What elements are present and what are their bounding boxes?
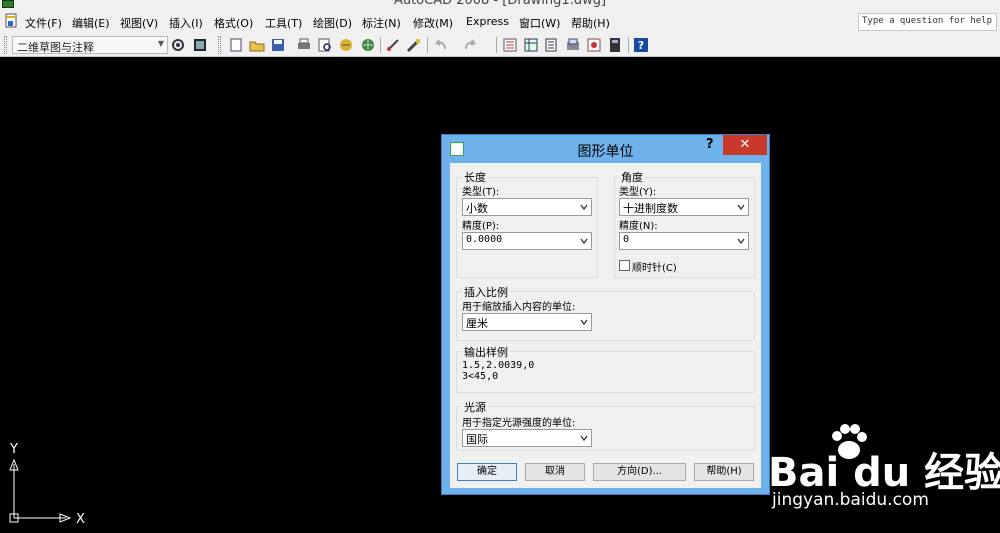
insertion-units-label: 用于缩放插入内容的单位:	[462, 302, 576, 313]
workspace-settings-icon[interactable]	[170, 37, 186, 53]
sheet-set-icon[interactable]	[565, 37, 581, 53]
etransmit-icon[interactable]	[360, 37, 376, 53]
ucs-x-label: X	[76, 512, 85, 527]
menu-window[interactable]: 窗口(W)	[519, 15, 560, 31]
drawing-units-dialog: 图形单位 ? ✕ 长度 类型(T): 小数 精度(P): 0.0000 角度 类…	[441, 134, 770, 495]
length-type-select[interactable]: 小数	[462, 198, 592, 216]
help-question-icon[interactable]: ?	[706, 137, 714, 152]
chevron-down-icon	[580, 238, 588, 245]
svg-text:?: ?	[638, 39, 644, 52]
length-precision-value: 0.0000	[466, 234, 503, 245]
dialog-body: 长度 类型(T): 小数 精度(P): 0.0000 角度 类型(Y): 十进制…	[450, 163, 761, 488]
plot-preview-icon[interactable]	[317, 37, 333, 53]
lighting-units-label: 用于指定光源强度的单位:	[462, 418, 576, 429]
direction-button[interactable]: 方向(D)...	[593, 463, 686, 481]
angle-precision-value: 0	[623, 234, 630, 245]
menu-modify[interactable]: 修改(M)	[413, 15, 453, 31]
save-icon[interactable]	[270, 37, 286, 53]
chevron-down-icon	[580, 435, 588, 442]
length-type-label: 类型(T):	[462, 187, 500, 198]
angle-precision-label: 精度(N):	[619, 221, 658, 232]
help-button[interactable]: 帮助(H)	[694, 463, 754, 481]
help-search-input[interactable]: Type a question for help	[858, 13, 997, 31]
menu-edit[interactable]: 编辑(E)	[72, 15, 110, 31]
watermark-url: jingyan.baidu.com	[772, 490, 929, 510]
menu-express[interactable]: Express	[466, 15, 509, 28]
angle-type-select[interactable]: 十进制度数	[619, 198, 749, 216]
angle-type-label: 类型(Y):	[619, 187, 657, 198]
sample-output-line2: 3<45,0	[462, 371, 499, 382]
toolbar-separator	[380, 37, 381, 53]
chevron-down-icon	[580, 319, 588, 326]
menu-help[interactable]: 帮助(H)	[571, 15, 610, 31]
menu-bar: 文件(F) 编辑(E) 视图(V) 插入(I) 格式(O) 工具(T) 绘图(D…	[0, 10, 1000, 33]
length-type-value: 小数	[466, 202, 488, 215]
menu-view[interactable]: 视图(V)	[120, 15, 158, 31]
menu-file[interactable]: 文件(F)	[25, 15, 62, 31]
toolbar-grip[interactable]	[218, 36, 221, 54]
plot-icon[interactable]	[296, 37, 312, 53]
angle-type-value: 十进制度数	[623, 202, 678, 215]
window-title: AutoCAD 2008 - [Drawing1.dwg]	[393, 0, 607, 8]
menu-insert[interactable]: 插入(I)	[169, 15, 203, 31]
menu-dimension[interactable]: 标注(N)	[362, 15, 401, 31]
close-button[interactable]: ✕	[723, 135, 767, 155]
clockwise-label: 顺时针(C)	[632, 263, 677, 274]
toolbar-separator	[427, 37, 428, 53]
standard-toolbar: 二维草图与注释 ▼ ?	[0, 33, 1000, 57]
insertion-units-select[interactable]: 厘米	[462, 313, 592, 331]
baidu-watermark: Bai du 经验 jingyan.baidu.com	[768, 420, 1000, 533]
workspace-select[interactable]: 二维草图与注释 ▼	[12, 36, 168, 54]
design-center-icon[interactable]	[523, 37, 539, 53]
length-precision-label: 精度(P):	[462, 221, 500, 232]
chevron-down-icon	[580, 204, 588, 211]
toolbar-separator	[628, 37, 629, 53]
sample-output-line1: 1.5,2.0039,0	[462, 360, 535, 371]
cut-icon[interactable]	[385, 37, 401, 53]
insertion-units-value: 厘米	[466, 317, 488, 330]
ok-button[interactable]: 确定	[457, 463, 517, 481]
menu-format[interactable]: 格式(O)	[214, 15, 253, 31]
match-properties-icon[interactable]	[406, 37, 422, 53]
chevron-down-icon	[737, 204, 745, 211]
help-icon[interactable]: ?	[633, 37, 649, 53]
menu-tools[interactable]: 工具(T)	[265, 15, 302, 31]
tool-palettes-icon[interactable]	[544, 37, 560, 53]
lighting-units-select[interactable]: 国际	[462, 429, 592, 447]
angle-precision-select[interactable]: 0	[619, 232, 749, 250]
dialog-title: 图形单位	[577, 144, 634, 160]
lighting-label: 光源	[462, 399, 488, 415]
ucs-icon: Y X	[9, 442, 85, 527]
redo-icon[interactable]	[462, 37, 478, 53]
drawing-document-icon[interactable]	[5, 13, 19, 29]
title-bar: AutoCAD 2008 - [Drawing1.dwg]	[0, 0, 1000, 10]
length-precision-select[interactable]: 0.0000	[462, 232, 592, 250]
lighting-units-value: 国际	[466, 433, 488, 446]
calculator-icon[interactable]	[607, 37, 623, 53]
ucs-y-label: Y	[9, 442, 18, 457]
toolbar-grip[interactable]	[4, 36, 7, 54]
workspace-icon[interactable]	[192, 37, 208, 53]
chevron-down-icon	[737, 238, 745, 245]
open-folder-icon[interactable]	[249, 37, 265, 53]
publish-icon[interactable]	[338, 37, 354, 53]
sample-output-label: 输出样例	[462, 344, 510, 360]
properties-icon[interactable]	[502, 37, 518, 53]
markup-set-icon[interactable]	[586, 37, 602, 53]
chevron-down-icon: ▼	[157, 39, 164, 48]
menu-draw[interactable]: 绘图(D)	[313, 15, 352, 31]
undo-icon[interactable]	[433, 37, 449, 53]
dialog-title-bar[interactable]: 图形单位 ? ✕	[442, 135, 769, 163]
new-file-icon[interactable]	[228, 37, 244, 53]
toolbar-separator	[496, 37, 497, 53]
workspace-value: 二维草图与注释	[17, 41, 94, 54]
clockwise-checkbox[interactable]	[619, 260, 630, 271]
cancel-button[interactable]: 取消	[525, 463, 585, 481]
